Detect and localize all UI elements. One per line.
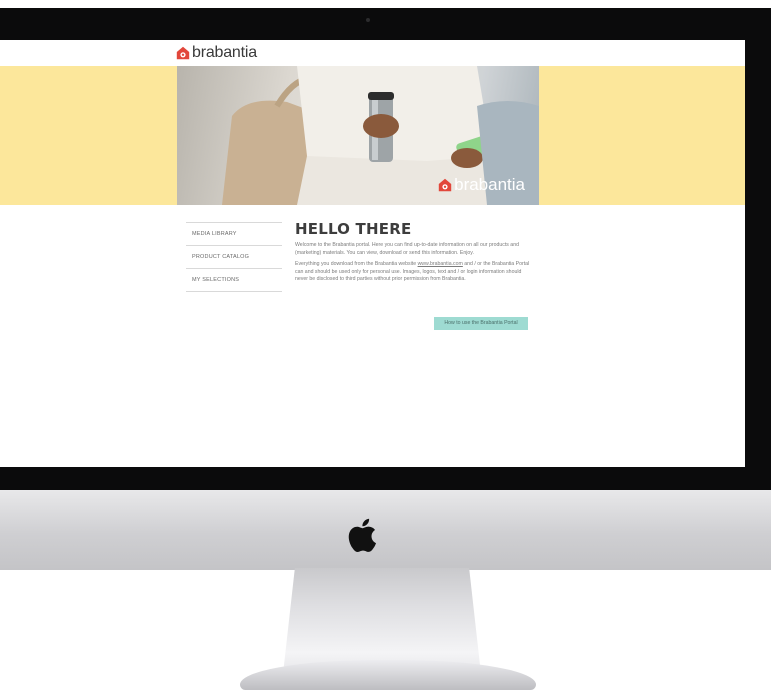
page-title: HELLO THERE [295, 220, 412, 238]
sidebar-item-my-selections[interactable]: MY SELECTIONS [186, 268, 282, 292]
hero-image: brabantia [177, 66, 539, 205]
site-header: brabantia [0, 40, 745, 66]
intro-text: Welcome to the Brabantia portal. Here yo… [295, 242, 519, 256]
monitor-chin [0, 490, 771, 570]
monitor-stand [283, 568, 481, 674]
brand-name: brabantia [192, 44, 257, 61]
brabantia-logo-icon [176, 46, 190, 60]
brabantia-website-link[interactable]: www.brabantia.com [418, 261, 463, 267]
sidebar-item-product-catalog[interactable]: PRODUCT CATALOG [186, 245, 282, 268]
brabantia-logo-icon [438, 178, 452, 192]
brand-logo[interactable]: brabantia [176, 44, 257, 62]
sidebar-item-media-library[interactable]: MEDIA LIBRARY [186, 222, 282, 245]
how-to-use-portal-button[interactable]: How to use the Brabantia Portal [434, 317, 528, 330]
hero-brand-logo: brabantia [438, 175, 525, 195]
camera-icon [366, 18, 370, 22]
screen: brabantia brabantia MEDIA LIBRARY PRODUC… [0, 40, 745, 467]
hero-brand-name: brabantia [454, 175, 525, 194]
main-content: HELLO THERE Welcome to the Brabantia por… [295, 220, 535, 330]
usage-notice-start: Everything you download from the Brabant… [295, 261, 418, 268]
sidebar-nav: MEDIA LIBRARY PRODUCT CATALOG MY SELECTI… [186, 222, 282, 292]
usage-notice: Everything you download from the Brabant… [295, 261, 535, 284]
apple-logo-icon [348, 518, 376, 553]
